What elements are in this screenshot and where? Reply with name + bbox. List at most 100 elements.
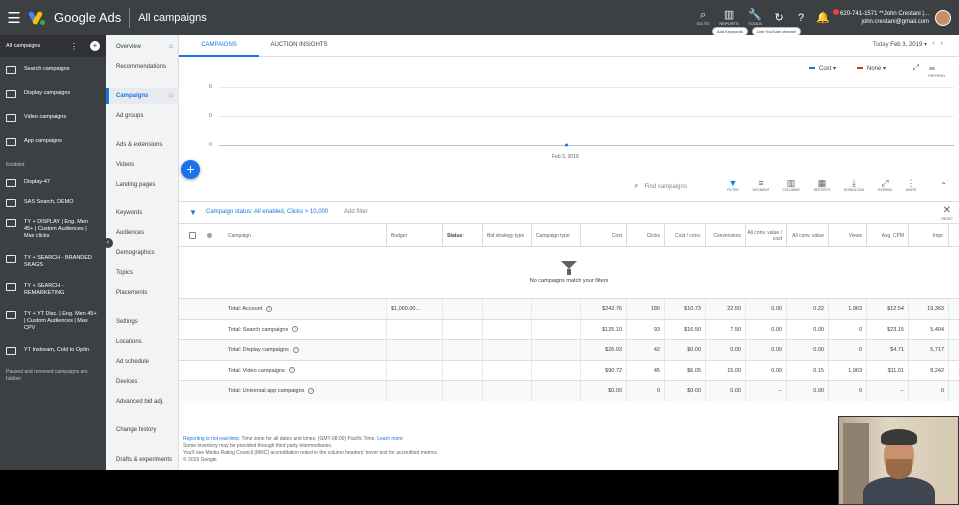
refresh-icon[interactable]: ↻ bbox=[768, 11, 790, 24]
table-row: Total: Account? $1,060.00... $242.76 180 $10… bbox=[179, 298, 959, 319]
subnav-item-campaigns[interactable]: Campaigns ⌂ bbox=[106, 88, 179, 104]
sidebar-campaign[interactable]: SAS Search, DEMO bbox=[0, 199, 104, 207]
column-header[interactable]: Campaign type bbox=[532, 224, 581, 247]
sidebar-campaign[interactable]: YT Instream, Cold to Optin bbox=[0, 347, 104, 355]
performance-chart: Cost ▾ None ▾ ⤢☰ REFRESH 0 0 0 Feb 3, 20… bbox=[179, 57, 959, 172]
close-icon[interactable]: ✕ bbox=[943, 205, 951, 216]
subnav-item-videos[interactable]: Videos bbox=[106, 161, 179, 169]
segment-button[interactable]: ≡ SEGMENT bbox=[748, 178, 774, 192]
subnav-item-advanced-bid-adj-[interactable]: Advanced bid adj. bbox=[106, 398, 179, 406]
add-campaign-button[interactable]: + bbox=[181, 160, 200, 179]
reports-button[interactable]: ▦ REPORTS bbox=[809, 178, 835, 192]
column-header[interactable]: Impr. bbox=[909, 224, 949, 247]
column-header[interactable]: Cost bbox=[581, 224, 627, 247]
cell-value: 5,404 bbox=[930, 326, 944, 333]
subnav-item-landing-pages[interactable]: Landing pages bbox=[106, 181, 179, 189]
subnav-item-keywords[interactable]: Keywords bbox=[106, 209, 179, 217]
column-header[interactable]: Status ↑ bbox=[443, 224, 483, 247]
subnav-item-locations[interactable]: Locations bbox=[106, 338, 179, 346]
filter-button[interactable]: ▼ FILTER bbox=[720, 178, 746, 192]
help-icon[interactable]: ? bbox=[790, 12, 812, 24]
subnav-item-ads-extensions[interactable]: Ads & extensions bbox=[106, 141, 179, 149]
column-header[interactable]: Campaign bbox=[224, 224, 387, 247]
subnav-item-label: Drafts & experiments bbox=[116, 457, 173, 463]
sidebar-campaign-type[interactable]: Search campaigns bbox=[0, 66, 106, 74]
subnav-item-ad-schedule[interactable]: Ad schedule bbox=[106, 358, 179, 366]
sidebar-campaign[interactable]: TY + YT Disc. | Eng. Men 45+ | Custom Au… bbox=[0, 311, 104, 332]
date-value: Feb 3, 2019 bbox=[890, 42, 923, 48]
subnav-item-ad-groups[interactable]: Ad groups bbox=[106, 112, 179, 120]
cell-value: 0.00 bbox=[771, 367, 782, 374]
column-header[interactable]: Avg. CPM bbox=[867, 224, 909, 247]
subnav-item-recommendations[interactable]: Recommendations bbox=[106, 63, 179, 71]
help-icon[interactable]: ? bbox=[288, 367, 295, 374]
avatar[interactable] bbox=[935, 9, 951, 26]
account-info[interactable]: 620-741-1571 **John Crestani |... john.c… bbox=[840, 10, 929, 26]
table-cell: 0 bbox=[829, 381, 867, 401]
collapse-chart-icon[interactable]: ⌃ bbox=[940, 181, 947, 190]
reports-button[interactable]: ▥ REPORTS bbox=[716, 9, 742, 26]
select-all-checkbox[interactable] bbox=[189, 232, 196, 239]
expand-button[interactable]: ⤢ EXPAND bbox=[872, 178, 898, 192]
hamburger-menu-icon[interactable]: ☰ bbox=[0, 0, 28, 35]
find-campaigns-search[interactable]: ⌕ Find campaigns bbox=[634, 181, 687, 191]
subnav-item-settings[interactable]: Settings bbox=[106, 318, 179, 326]
column-header[interactable]: Views bbox=[829, 224, 867, 247]
columns-button[interactable]: ▥ COLUMNS bbox=[778, 178, 804, 192]
search-campaign-icon bbox=[6, 283, 16, 291]
sidebar-campaign-type[interactable]: Display campaigns bbox=[0, 90, 106, 98]
column-header[interactable]: Cost / conv. bbox=[665, 224, 706, 247]
column-header[interactable]: Bid strategy type bbox=[483, 224, 532, 247]
help-icon[interactable]: ? bbox=[266, 305, 273, 312]
sidebar-campaign-type[interactable]: App campaigns bbox=[0, 138, 106, 146]
next-period-icon[interactable]: › bbox=[941, 40, 949, 47]
learn-more-link[interactable]: Learn more bbox=[377, 436, 403, 442]
date-range-picker[interactable]: Today Feb 3, 2019 ▾ bbox=[873, 41, 927, 48]
subnav-item-topics[interactable]: Topics bbox=[106, 269, 179, 277]
reset-label[interactable]: RESET bbox=[941, 217, 953, 221]
column-header[interactable]: Conversions bbox=[706, 224, 746, 247]
empty-message: No campaigns match your filters bbox=[529, 278, 609, 284]
download-button[interactable]: ⤓ DOWNLOAD bbox=[841, 178, 867, 192]
more-button[interactable]: ⋮ MORE bbox=[898, 178, 924, 192]
sidebar-campaign[interactable]: TY + SEARCH - BRANDED SKAGS bbox=[0, 255, 104, 269]
column-header[interactable]: Budget bbox=[387, 224, 443, 247]
add-campaign-icon[interactable]: + bbox=[90, 41, 100, 51]
previous-period-icon[interactable]: ‹ bbox=[932, 40, 940, 47]
sidebar-campaign[interactable]: TY + SEARCH - REMARKETING bbox=[0, 283, 104, 297]
table-cell: $125.10 bbox=[581, 319, 627, 340]
subnav-item-demographics[interactable]: Demographics bbox=[106, 249, 179, 257]
tab-campaigns[interactable]: CAMPAIGNS bbox=[179, 35, 259, 57]
filter-bar: ▼ Campaign status: All enabled, Clicks >… bbox=[179, 201, 959, 223]
subnav-item-audiences[interactable]: Audiences bbox=[106, 229, 179, 237]
add-filter-button[interactable]: Add filter bbox=[344, 209, 368, 215]
tools-button[interactable]: 🔧 TOOLS bbox=[742, 9, 768, 26]
google-ads-logo[interactable]: Google Ads bbox=[27, 10, 121, 25]
column-header[interactable]: All conv. value bbox=[787, 224, 829, 247]
notifications-bell-icon[interactable]: 🔔 bbox=[812, 11, 834, 24]
help-icon[interactable]: ? bbox=[292, 326, 299, 333]
table-cell bbox=[532, 360, 581, 381]
goto-button[interactable]: ⌕ GO TO bbox=[690, 9, 716, 26]
subnav-item-change-history[interactable]: Change history bbox=[106, 426, 179, 434]
help-icon[interactable]: ? bbox=[308, 387, 315, 394]
subnav-item-devices[interactable]: Devices bbox=[106, 378, 179, 386]
data-point[interactable] bbox=[565, 143, 568, 147]
sidebar-campaign-type[interactable]: Video campaigns bbox=[0, 114, 106, 122]
sidebar-campaign[interactable]: Display-47 bbox=[0, 179, 104, 187]
subnav-item-overview[interactable]: Overview ⌂ bbox=[106, 43, 179, 51]
column-header-label: Campaign bbox=[228, 232, 251, 239]
collapse-sidebar-icon[interactable]: ‹ bbox=[103, 238, 113, 248]
column-header[interactable]: Clicks bbox=[627, 224, 665, 247]
all-campaigns-header[interactable]: All campaigns ⋮ + bbox=[0, 35, 106, 57]
filter-icon[interactable]: ▼ bbox=[189, 208, 197, 217]
subnav-item-drafts-experiments[interactable]: Drafts & experiments bbox=[106, 456, 179, 464]
active-filter[interactable]: Campaign status: All enabled, Clicks > 1… bbox=[206, 209, 328, 215]
subnav-item-placements[interactable]: Placements bbox=[106, 289, 179, 297]
help-icon[interactable]: ? bbox=[292, 346, 299, 353]
column-header[interactable]: All conv. value / cost bbox=[746, 224, 787, 247]
sidebar-campaign[interactable]: TY + DISPLAY | Eng. Men 45+ | Custom Aud… bbox=[0, 219, 104, 240]
tab-auction-insights[interactable]: AUCTION INSIGHTS bbox=[259, 35, 339, 57]
more-options-icon[interactable]: ⋮ bbox=[70, 42, 78, 51]
column-header-label: Impr. bbox=[932, 232, 944, 239]
